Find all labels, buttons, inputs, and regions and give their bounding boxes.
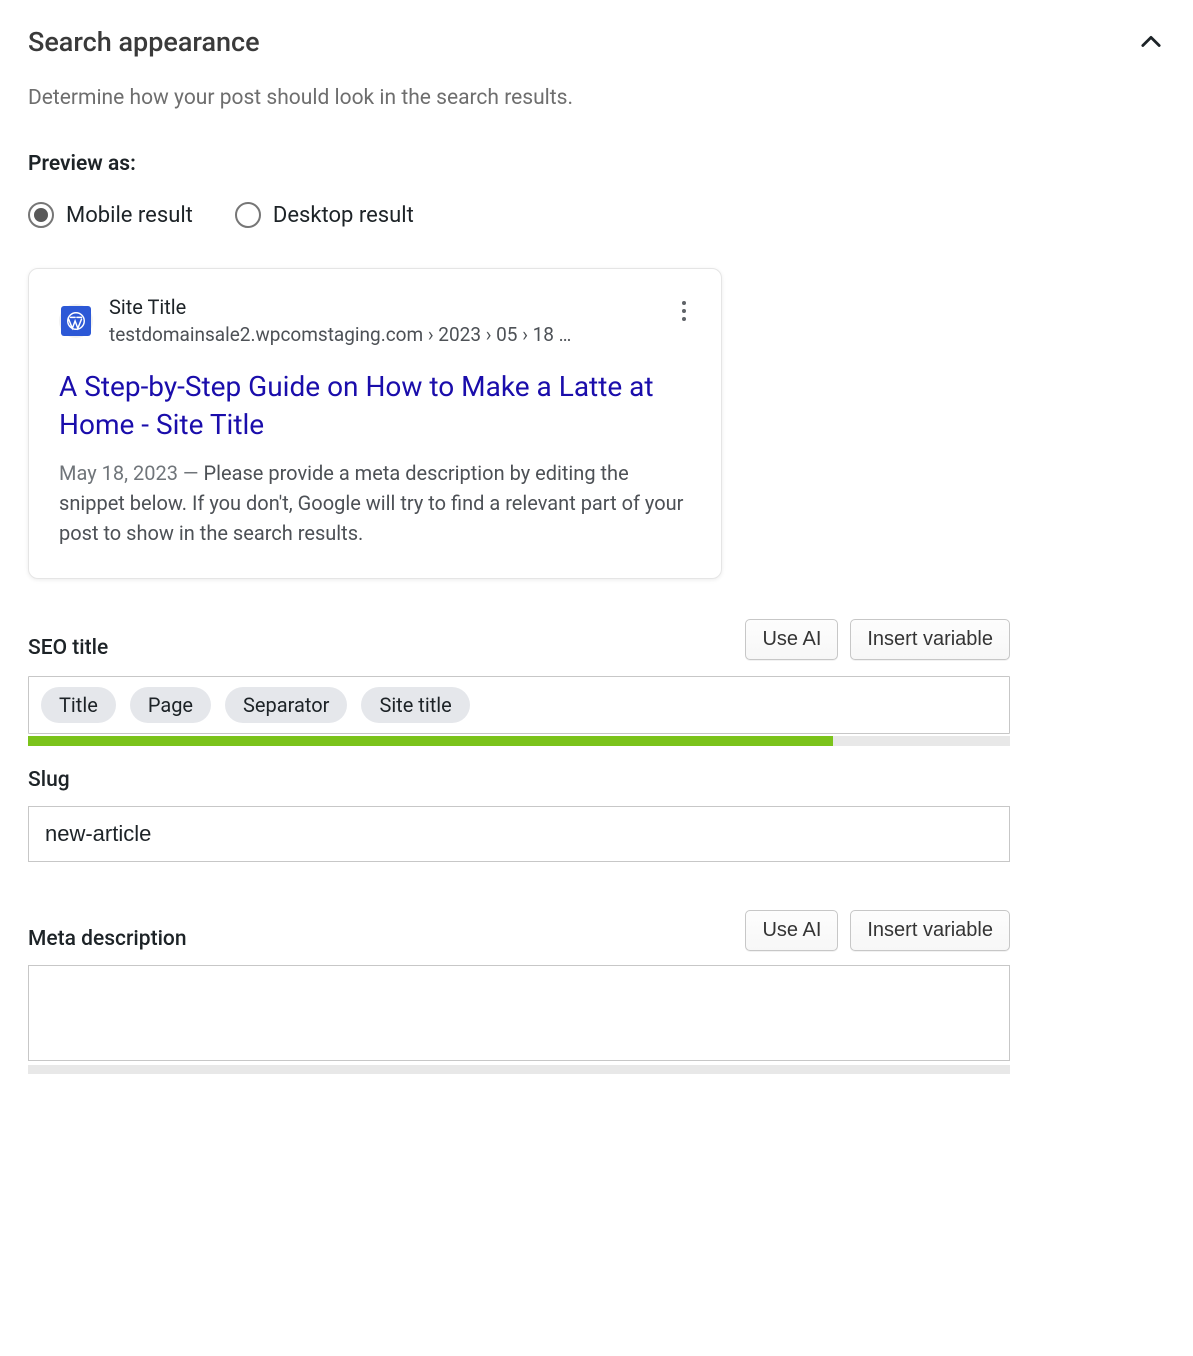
search-preview-card: Site Title testdomainsale2.wpcomstaging.… bbox=[28, 268, 722, 579]
use-ai-button[interactable]: Use AI bbox=[745, 910, 838, 951]
seo-title-token[interactable]: Site title bbox=[361, 687, 469, 723]
seo-title-token[interactable]: Title bbox=[41, 687, 116, 723]
preview-url: testdomainsale2.wpcomstaging.com › 2023 … bbox=[109, 323, 571, 346]
slug-input[interactable] bbox=[28, 806, 1010, 862]
panel-title: Search appearance bbox=[28, 26, 260, 58]
seo-title-progress-fill bbox=[28, 736, 833, 746]
meta-description-field: Meta description Use AI Insert variable bbox=[28, 910, 1010, 1074]
insert-variable-button[interactable]: Insert variable bbox=[850, 619, 1010, 660]
slug-field: Slug bbox=[28, 768, 1010, 862]
preview-site-title: Site Title bbox=[109, 295, 571, 319]
radio-mobile-result[interactable]: Mobile result bbox=[28, 202, 193, 228]
preview-description-row: May 18, 2023 — Please provide a meta des… bbox=[59, 458, 691, 548]
kebab-menu-icon[interactable] bbox=[677, 295, 691, 331]
preview-top-row: Site Title testdomainsale2.wpcomstaging.… bbox=[59, 295, 691, 346]
preview-as-label: Preview as: bbox=[28, 152, 1165, 176]
seo-title-token[interactable]: Separator bbox=[225, 687, 347, 723]
meta-description-input[interactable] bbox=[28, 965, 1010, 1061]
preview-site-info: Site Title testdomainsale2.wpcomstaging.… bbox=[59, 295, 571, 346]
preview-date: May 18, 2023 bbox=[59, 461, 178, 485]
wordpress-icon bbox=[61, 306, 91, 336]
radio-icon bbox=[28, 202, 54, 228]
seo-title-progress bbox=[28, 736, 1010, 746]
radio-icon bbox=[235, 202, 261, 228]
radio-desktop-result[interactable]: Desktop result bbox=[235, 202, 414, 228]
seo-title-token[interactable]: Page bbox=[130, 687, 211, 723]
seo-title-label: SEO title bbox=[28, 636, 108, 660]
preview-title-link[interactable]: A Step-by-Step Guide on How to Make a La… bbox=[59, 368, 691, 444]
panel-header: Search appearance bbox=[28, 26, 1165, 58]
preview-dash: — bbox=[178, 461, 204, 485]
search-appearance-panel: Search appearance Determine how your pos… bbox=[0, 0, 1193, 1084]
slug-label: Slug bbox=[28, 768, 1010, 792]
chevron-up-icon[interactable] bbox=[1137, 28, 1165, 56]
favicon bbox=[59, 304, 93, 338]
seo-title-field: SEO title Use AI Insert variable Title P… bbox=[28, 619, 1010, 746]
radio-label: Desktop result bbox=[273, 203, 414, 228]
insert-variable-button[interactable]: Insert variable bbox=[850, 910, 1010, 951]
panel-subtitle: Determine how your post should look in t… bbox=[28, 86, 1165, 110]
meta-description-label: Meta description bbox=[28, 927, 187, 951]
meta-description-progress bbox=[28, 1065, 1010, 1074]
radio-label: Mobile result bbox=[66, 203, 193, 228]
seo-title-input[interactable]: Title Page Separator Site title bbox=[28, 676, 1010, 734]
preview-as-radio-group: Mobile result Desktop result bbox=[28, 202, 1165, 228]
use-ai-button[interactable]: Use AI bbox=[745, 619, 838, 660]
